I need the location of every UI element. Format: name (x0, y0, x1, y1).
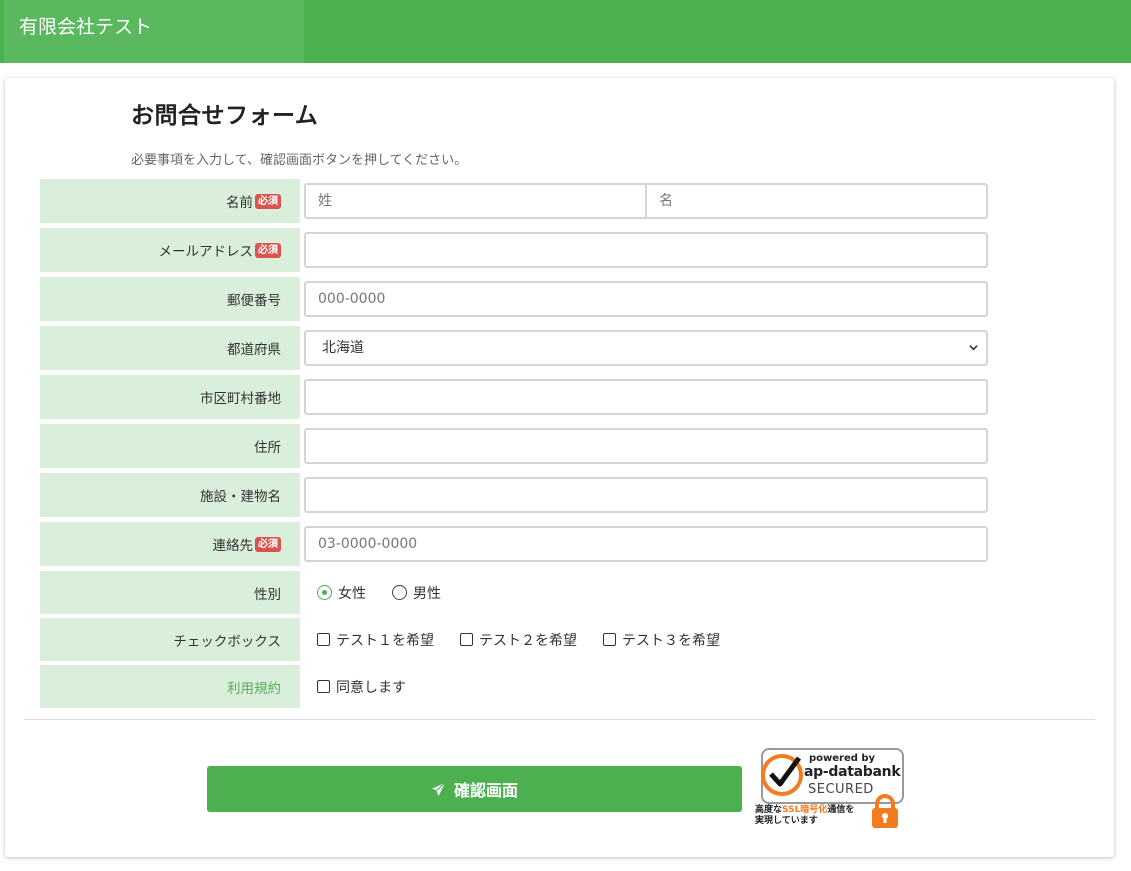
label-city: 市区町村番地 (40, 375, 300, 419)
required-badge: 必須 (255, 536, 281, 552)
radio-empty-icon (392, 585, 407, 600)
checkbox-test2[interactable]: テスト２を希望 (460, 630, 577, 650)
label-prefecture: 都道府県 (40, 326, 300, 370)
last-name-input[interactable]: 姓 (304, 183, 646, 219)
checkbox-icon (317, 680, 330, 693)
form-card: お問合せフォーム 必要事項を入力して、確認画面ボタンを押してください。 名前 必… (5, 78, 1114, 857)
row-gender: 性別 女性 男性 (40, 571, 1000, 614)
postal-code-input[interactable]: 000-0000 (304, 281, 988, 317)
building-input[interactable] (304, 477, 988, 513)
row-building: 施設・建物名 (40, 473, 1000, 517)
row-city: 市区町村番地 (40, 375, 1000, 419)
brand-logo[interactable]: 有限会社テスト (4, 0, 304, 63)
label-phone: 連絡先 必須 (40, 522, 300, 566)
checkbox-icon (460, 633, 473, 646)
label-gender: 性別 (40, 571, 300, 614)
checkbox-test3[interactable]: テスト３を希望 (603, 630, 720, 650)
row-phone: 連絡先 必須 03-0000-0000 (40, 522, 1000, 566)
radio-female[interactable]: 女性 (317, 583, 366, 603)
required-badge: 必須 (255, 193, 281, 209)
checkbox-group: テスト１を希望 テスト２を希望 テスト３を希望 (317, 618, 746, 661)
row-email: メールアドレス 必須 (40, 228, 1000, 272)
terms-link[interactable]: 利用規約 (40, 665, 300, 708)
city-input[interactable] (304, 379, 988, 415)
row-postal: 郵便番号 000-0000 (40, 277, 1000, 321)
terms-group: 同意します (317, 665, 432, 708)
first-name-input[interactable]: 名 (646, 183, 988, 219)
address-input[interactable] (304, 428, 988, 464)
lock-icon (872, 794, 898, 828)
radio-male[interactable]: 男性 (392, 583, 441, 603)
row-address: 住所 (40, 424, 1000, 468)
phone-input[interactable]: 03-0000-0000 (304, 526, 988, 562)
page-title: お問合せフォーム (131, 103, 319, 129)
prefecture-select[interactable]: 北海道 (304, 330, 988, 366)
email-input[interactable] (304, 232, 988, 268)
required-badge: 必須 (255, 242, 281, 258)
top-navbar: 有限会社テスト (0, 0, 1131, 63)
label-email: メールアドレス 必須 (40, 228, 300, 272)
row-checkbox: チェックボックス テスト１を希望 テスト２を希望 テスト３を希望 (40, 618, 1000, 661)
row-name: 名前 必須 姓 名 (40, 179, 1000, 223)
label-address: 住所 (40, 424, 300, 468)
confirm-button[interactable]: 確認画面 (207, 766, 742, 812)
divider (24, 719, 1095, 720)
checkbox-test1[interactable]: テスト１を希望 (317, 630, 434, 650)
label-name: 名前 必須 (40, 179, 300, 223)
paper-plane-icon (431, 782, 446, 796)
label-building: 施設・建物名 (40, 473, 300, 517)
chevron-down-icon (969, 345, 978, 351)
ssl-seal[interactable]: powered by ap-databank SECURED 高度なSSL暗号化… (755, 748, 907, 830)
row-terms: 利用規約 同意します (40, 665, 1000, 708)
gender-radio-group: 女性 男性 (317, 571, 467, 614)
checkbox-icon (603, 633, 616, 646)
checkbox-icon (317, 633, 330, 646)
row-prefecture: 都道府県 北海道 (40, 326, 1000, 370)
form-instructions: 必要事項を入力して、確認画面ボタンを押してください。 (131, 153, 468, 168)
checkbox-agree[interactable]: 同意します (317, 677, 406, 697)
label-postal: 郵便番号 (40, 277, 300, 321)
label-checkbox: チェックボックス (40, 618, 300, 661)
seal-note: 高度なSSL暗号化通信を 実現しています (755, 805, 855, 826)
radio-selected-icon (317, 585, 332, 600)
checkmark-icon (761, 754, 803, 796)
